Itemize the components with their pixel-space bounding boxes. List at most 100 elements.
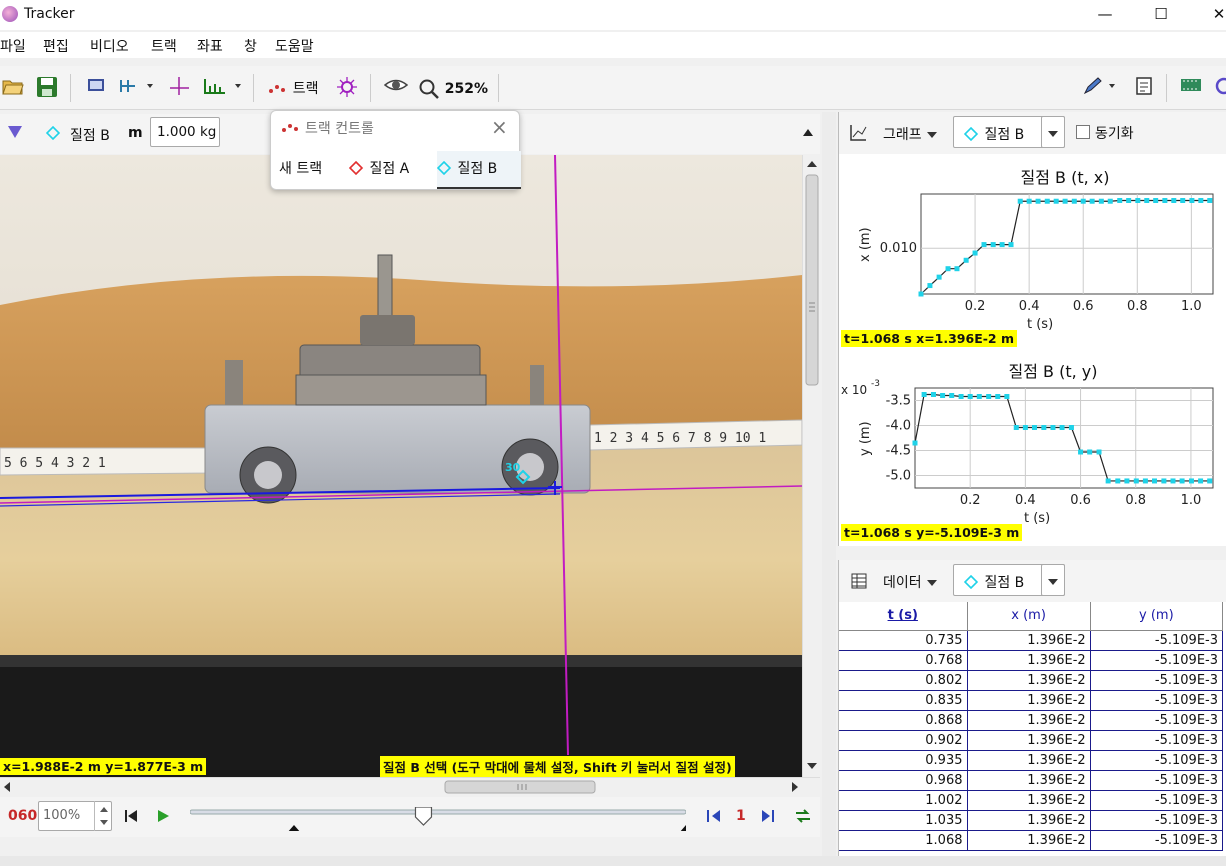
- cell-y[interactable]: -5.109E-3: [1090, 790, 1224, 811]
- data-menu[interactable]: 데이터: [883, 572, 938, 592]
- autotracker-icon[interactable]: [336, 76, 358, 100]
- cell-t[interactable]: 0.968: [839, 770, 968, 791]
- table-row[interactable]: 0.735 1.396E-2 -5.109E-3: [839, 630, 1224, 651]
- cell-t[interactable]: 0.902: [839, 730, 968, 751]
- menu-coords[interactable]: 좌표: [197, 36, 223, 56]
- new-track-button[interactable]: 새 트랙: [279, 158, 322, 178]
- graph-x-plot[interactable]: 0.2 0.4 0.6 0.8 1.0 0.010 t (s) x (m): [839, 188, 1226, 348]
- step-back-icon[interactable]: [706, 809, 722, 827]
- table-row[interactable]: 0.868 1.396E-2 -5.109E-3: [839, 710, 1224, 731]
- loop-icon[interactable]: [794, 807, 812, 829]
- create-track-button[interactable]: 트랙: [268, 76, 326, 100]
- circle-tool-icon[interactable]: [1212, 76, 1226, 100]
- pane-splitter[interactable]: [822, 112, 836, 856]
- cell-x[interactable]: 1.396E-2: [967, 670, 1091, 691]
- menu-video[interactable]: 비디오: [90, 36, 129, 56]
- cell-y[interactable]: -5.109E-3: [1090, 670, 1224, 691]
- rate-spinner[interactable]: [94, 801, 112, 831]
- table-row[interactable]: 0.968 1.396E-2 -5.109E-3: [839, 770, 1224, 791]
- zoom-button[interactable]: 252%: [418, 76, 498, 100]
- cell-t[interactable]: 1.068: [839, 830, 968, 851]
- frame-slider[interactable]: [189, 806, 693, 833]
- cell-y[interactable]: -5.109E-3: [1090, 770, 1224, 791]
- selected-track-name[interactable]: 질점 B: [70, 125, 110, 145]
- cell-y[interactable]: -5.109E-3: [1090, 630, 1224, 651]
- video-clip-icon[interactable]: [86, 76, 106, 100]
- cell-t[interactable]: 0.735: [839, 630, 968, 651]
- calibration-tool-icon[interactable]: [118, 76, 154, 100]
- cell-x[interactable]: 1.396E-2: [967, 770, 1091, 791]
- cell-y[interactable]: -5.109E-3: [1090, 750, 1224, 771]
- cell-t[interactable]: 1.002: [839, 790, 968, 811]
- graph-menu[interactable]: 그래프: [883, 124, 938, 144]
- cell-y[interactable]: -5.109E-3: [1090, 710, 1224, 731]
- cell-x[interactable]: 1.396E-2: [967, 830, 1091, 851]
- table-row[interactable]: 1.068 1.396E-2 -5.109E-3: [839, 830, 1224, 851]
- play-icon[interactable]: [156, 809, 170, 827]
- cell-x[interactable]: 1.396E-2: [967, 790, 1091, 811]
- save-icon[interactable]: [36, 76, 58, 100]
- close-button[interactable]: ✕: [1196, 0, 1226, 30]
- menu-help[interactable]: 도움말: [275, 36, 314, 56]
- table-row[interactable]: 0.768 1.396E-2 -5.109E-3: [839, 650, 1224, 671]
- cell-x[interactable]: 1.396E-2: [967, 710, 1091, 731]
- track-menu-triangle-icon[interactable]: [8, 126, 22, 142]
- cell-y[interactable]: -5.109E-3: [1090, 690, 1224, 711]
- cell-t[interactable]: 1.035: [839, 810, 968, 831]
- mass-field[interactable]: 1.000 kg: [150, 117, 220, 147]
- y-tick-label: -3.5: [886, 394, 911, 409]
- step-forward-icon[interactable]: [760, 809, 776, 827]
- minimize-button[interactable]: —: [1082, 0, 1128, 30]
- cell-x[interactable]: 1.396E-2: [967, 730, 1091, 751]
- pencil-drawing-icon[interactable]: [1082, 76, 1118, 100]
- column-header-x[interactable]: x (m): [967, 602, 1091, 631]
- menu-edit[interactable]: 편집: [43, 36, 69, 56]
- sync-checkbox[interactable]: [1076, 125, 1090, 139]
- video-vertical-scrollbar[interactable]: [802, 155, 820, 777]
- cell-t[interactable]: 0.802: [839, 670, 968, 691]
- cell-x[interactable]: 1.396E-2: [967, 810, 1091, 831]
- cell-y[interactable]: -5.109E-3: [1090, 830, 1224, 851]
- track-control-close-icon[interactable]: ×: [491, 115, 508, 139]
- menu-track[interactable]: 트랙: [151, 36, 177, 56]
- table-row[interactable]: 0.835 1.396E-2 -5.109E-3: [839, 690, 1224, 711]
- cell-y[interactable]: -5.109E-3: [1090, 650, 1224, 671]
- maximize-button[interactable]: ☐: [1138, 0, 1184, 30]
- notes-icon[interactable]: [1134, 76, 1154, 100]
- cell-t[interactable]: 0.868: [839, 710, 968, 731]
- cell-t[interactable]: 0.768: [839, 650, 968, 671]
- menu-window[interactable]: 창: [244, 36, 257, 56]
- cell-x[interactable]: 1.396E-2: [967, 650, 1091, 671]
- video-canvas[interactable]: 5 6 5 4 3 2 1 1 2 3 4 5 6 7 8 9 10 1 30 …: [0, 155, 802, 777]
- cell-x[interactable]: 1.396E-2: [967, 750, 1091, 771]
- column-header-t[interactable]: t (s): [839, 602, 968, 631]
- graph-track-dropdown-icon[interactable]: [1041, 116, 1065, 148]
- cell-y[interactable]: -5.109E-3: [1090, 810, 1224, 831]
- axes-icon[interactable]: [168, 76, 190, 100]
- data-track-dropdown-icon[interactable]: [1041, 564, 1065, 596]
- rewind-to-start-icon[interactable]: [124, 809, 138, 827]
- film-strip-icon[interactable]: [1180, 76, 1202, 100]
- visibility-eye-icon[interactable]: [383, 76, 409, 100]
- cell-x[interactable]: 1.396E-2: [967, 690, 1091, 711]
- data-point: [1126, 198, 1132, 204]
- table-row[interactable]: 0.802 1.396E-2 -5.109E-3: [839, 670, 1224, 691]
- menu-file[interactable]: 파일: [0, 36, 26, 56]
- table-row[interactable]: 0.935 1.396E-2 -5.109E-3: [839, 750, 1224, 771]
- video-horizontal-scrollbar[interactable]: [0, 777, 820, 795]
- cell-x[interactable]: 1.396E-2: [967, 630, 1091, 651]
- cell-t[interactable]: 0.935: [839, 750, 968, 771]
- collapse-up-icon[interactable]: [802, 126, 814, 141]
- open-folder-icon[interactable]: [2, 76, 24, 100]
- data-table[interactable]: t (s) x (m) y (m) 0.735 1.396E-2 -5.109E-3…: [839, 602, 1224, 851]
- graph-y-plot[interactable]: 0.2 0.4 0.6 0.8 1.0 -3.5 -4.0 -4.5 -5.0 t (s) y (m…: [839, 378, 1226, 538]
- cell-t[interactable]: 0.835: [839, 690, 968, 711]
- column-header-y[interactable]: y (m): [1090, 602, 1224, 631]
- table-row[interactable]: 0.902 1.396E-2 -5.109E-3: [839, 730, 1224, 751]
- table-row[interactable]: 1.035 1.396E-2 -5.109E-3: [839, 810, 1224, 831]
- track-button-point-a[interactable]: 질점 A: [348, 158, 409, 178]
- cell-y[interactable]: -5.109E-3: [1090, 730, 1224, 751]
- track-button-point-b[interactable]: 질점 B: [436, 151, 521, 189]
- measuring-tools-icon[interactable]: [202, 76, 242, 100]
- table-row[interactable]: 1.002 1.396E-2 -5.109E-3: [839, 790, 1224, 811]
